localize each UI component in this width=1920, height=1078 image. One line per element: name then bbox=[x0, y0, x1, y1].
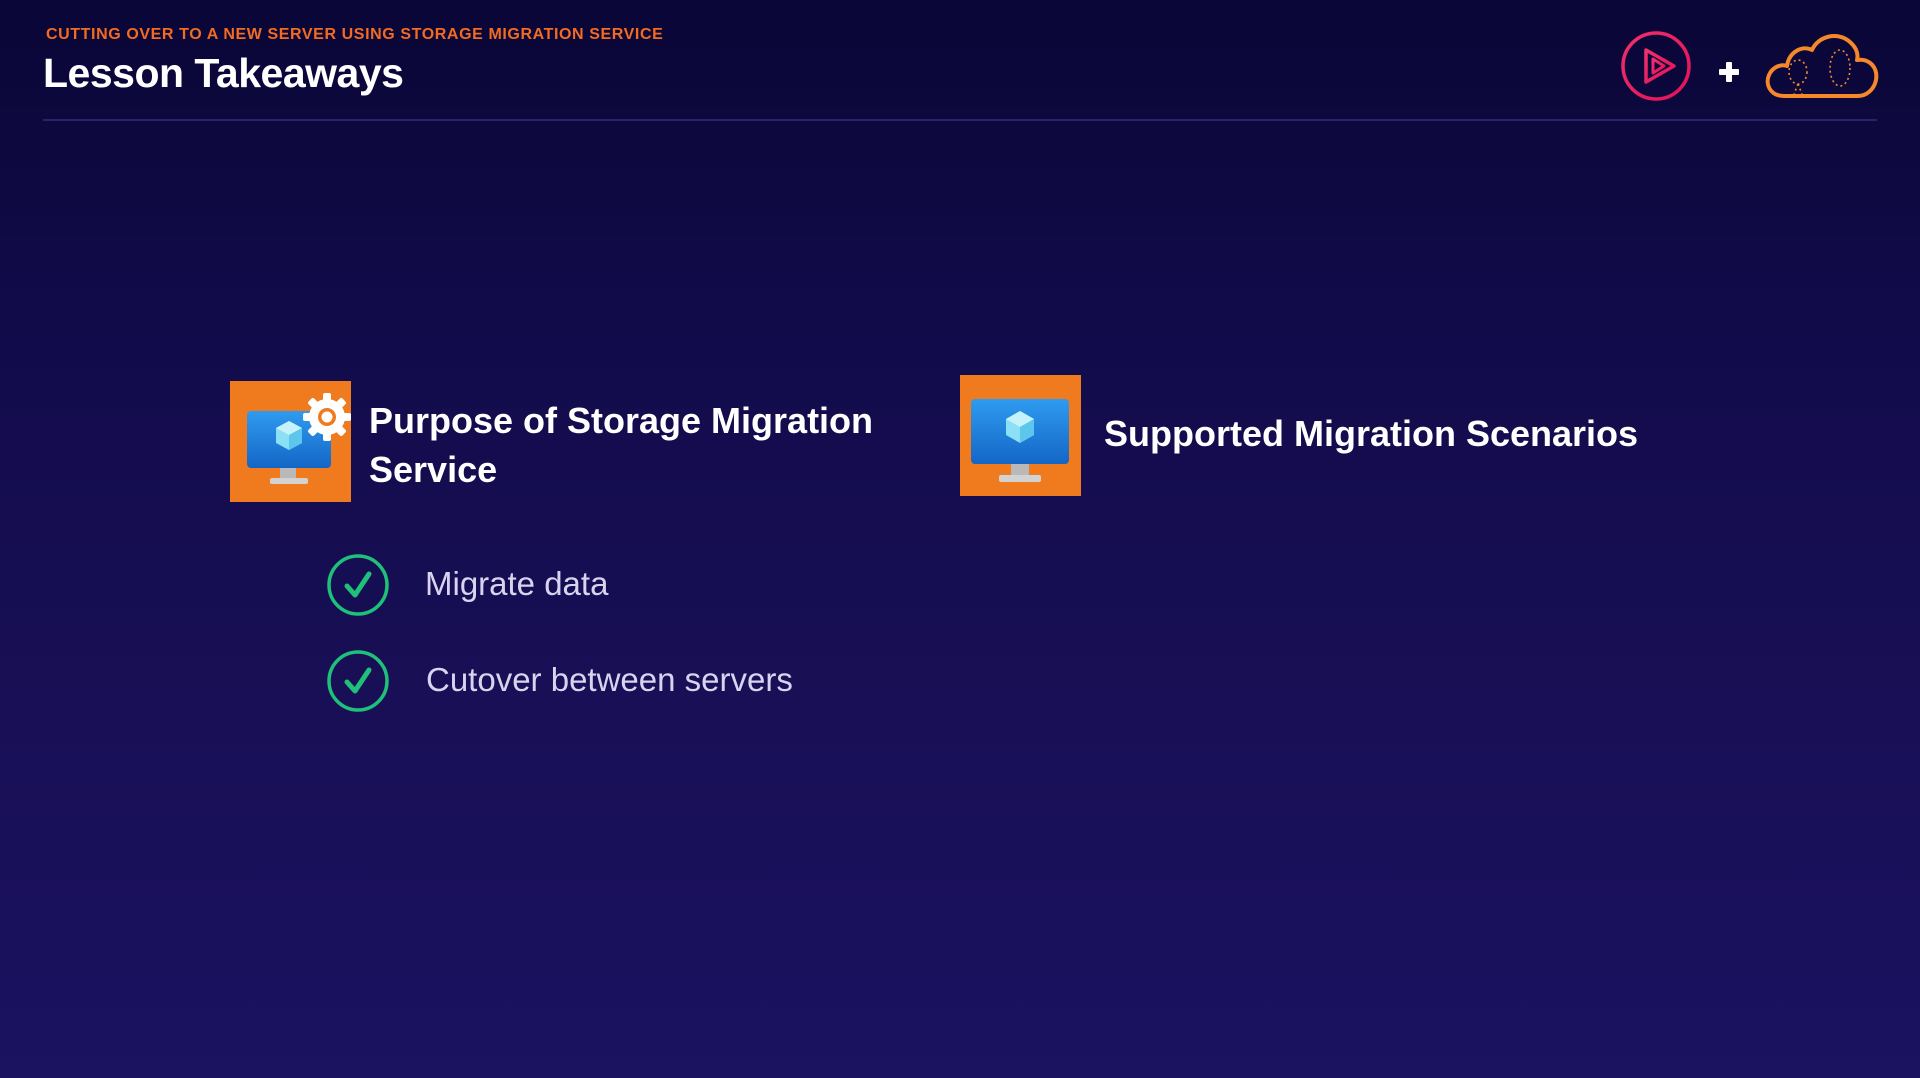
vm-monitor-icon bbox=[971, 399, 1069, 482]
list-item-label: Cutover between servers bbox=[426, 661, 793, 698]
list-item: Cutover between servers bbox=[326, 649, 846, 713]
slide-header: CUTTING OVER TO A NEW SERVER USING STORA… bbox=[0, 0, 1920, 122]
plus-icon bbox=[1719, 62, 1739, 82]
lesson-kicker: CUTTING OVER TO A NEW SERVER USING STORA… bbox=[46, 26, 664, 43]
list-item-label: Migrate data bbox=[425, 565, 609, 602]
page-title: Lesson Takeaways bbox=[43, 50, 404, 96]
brand-logos bbox=[1620, 28, 1880, 104]
check-circle-icon bbox=[327, 554, 389, 616]
vm-gear-tile bbox=[230, 381, 351, 502]
vm-monitor-tile bbox=[960, 375, 1081, 496]
pluralsight-play-icon bbox=[1621, 31, 1691, 101]
section-title-purpose-line1: Purpose of Storage Migration bbox=[369, 400, 874, 441]
check-circle-icon bbox=[327, 650, 389, 712]
list-item: Migrate data bbox=[326, 553, 726, 617]
section-title-purpose: Purpose of Storage Migration Service bbox=[369, 396, 889, 494]
a-cloud-guru-cloud-icon bbox=[1765, 34, 1879, 98]
header-divider bbox=[43, 119, 1877, 121]
vm-gear-icon bbox=[247, 393, 351, 484]
section-title-scenarios: Supported Migration Scenarios bbox=[1104, 413, 1639, 454]
section-title-purpose-line2: Service bbox=[369, 449, 498, 490]
